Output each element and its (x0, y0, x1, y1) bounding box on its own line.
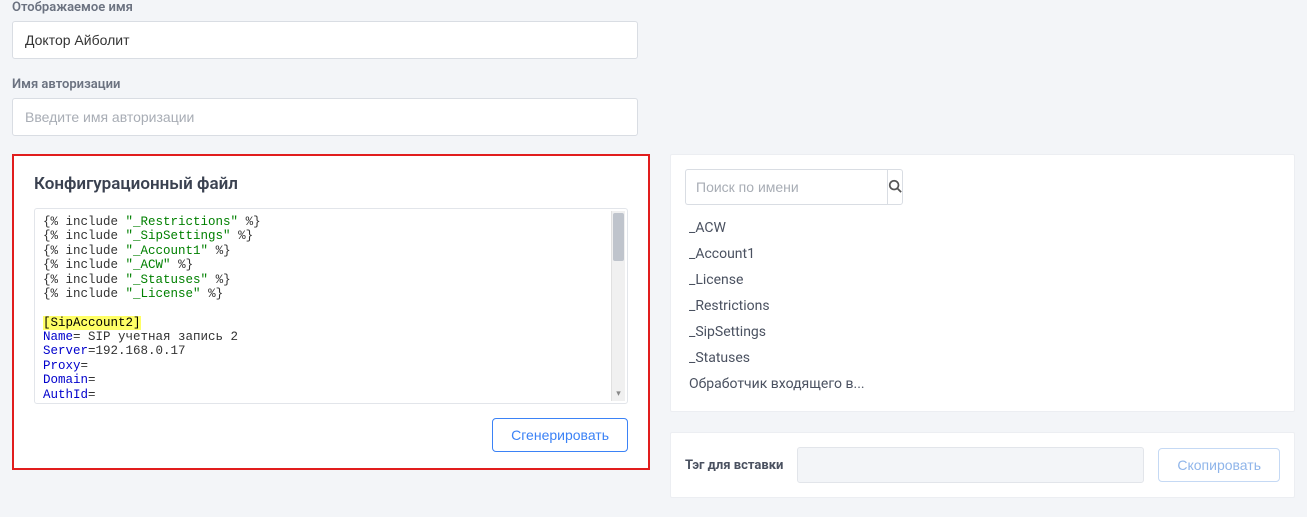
scrollbar-thumb[interactable] (613, 213, 624, 261)
search-input[interactable] (685, 169, 887, 205)
search-icon (888, 179, 902, 196)
list-item[interactable]: _SipSettings (685, 319, 873, 345)
list-item[interactable]: _Restrictions (685, 293, 873, 319)
auth-name-label: Имя авторизации (12, 77, 1295, 92)
list-item[interactable]: _Account1 (685, 241, 873, 267)
includes-list: _ACW_Account1_License_Restrictions_SipSe… (685, 215, 873, 397)
list-item[interactable]: _Statuses (685, 345, 873, 371)
copy-button[interactable]: Скопировать (1158, 448, 1280, 482)
includes-panel: _ACW_Account1_License_Restrictions_SipSe… (670, 154, 1295, 412)
list-item[interactable]: _License (685, 267, 873, 293)
auth-name-input[interactable] (12, 98, 638, 136)
scrollbar[interactable]: ▾ (611, 211, 625, 401)
tag-insert-label: Тэг для вставки (685, 458, 783, 473)
tag-insert-input[interactable] (797, 447, 1144, 483)
list-item[interactable]: _ACW (685, 215, 873, 241)
display-name-label: Отображаемое имя (12, 0, 1295, 15)
config-code-editor[interactable]: {% include "_Restrictions" %} {% include… (35, 209, 627, 403)
config-file-panel: Конфигурационный файл {% include "_Restr… (12, 154, 650, 470)
list-item[interactable]: Обработчик входящего в... (685, 371, 873, 397)
search-button[interactable] (887, 169, 903, 205)
config-file-title: Конфигурационный файл (34, 174, 628, 194)
tag-insert-panel: Тэг для вставки Скопировать (670, 432, 1295, 498)
generate-button[interactable]: Сгенерировать (492, 418, 628, 452)
display-name-input[interactable] (12, 21, 638, 59)
scrollbar-down-arrow[interactable]: ▾ (612, 387, 625, 401)
